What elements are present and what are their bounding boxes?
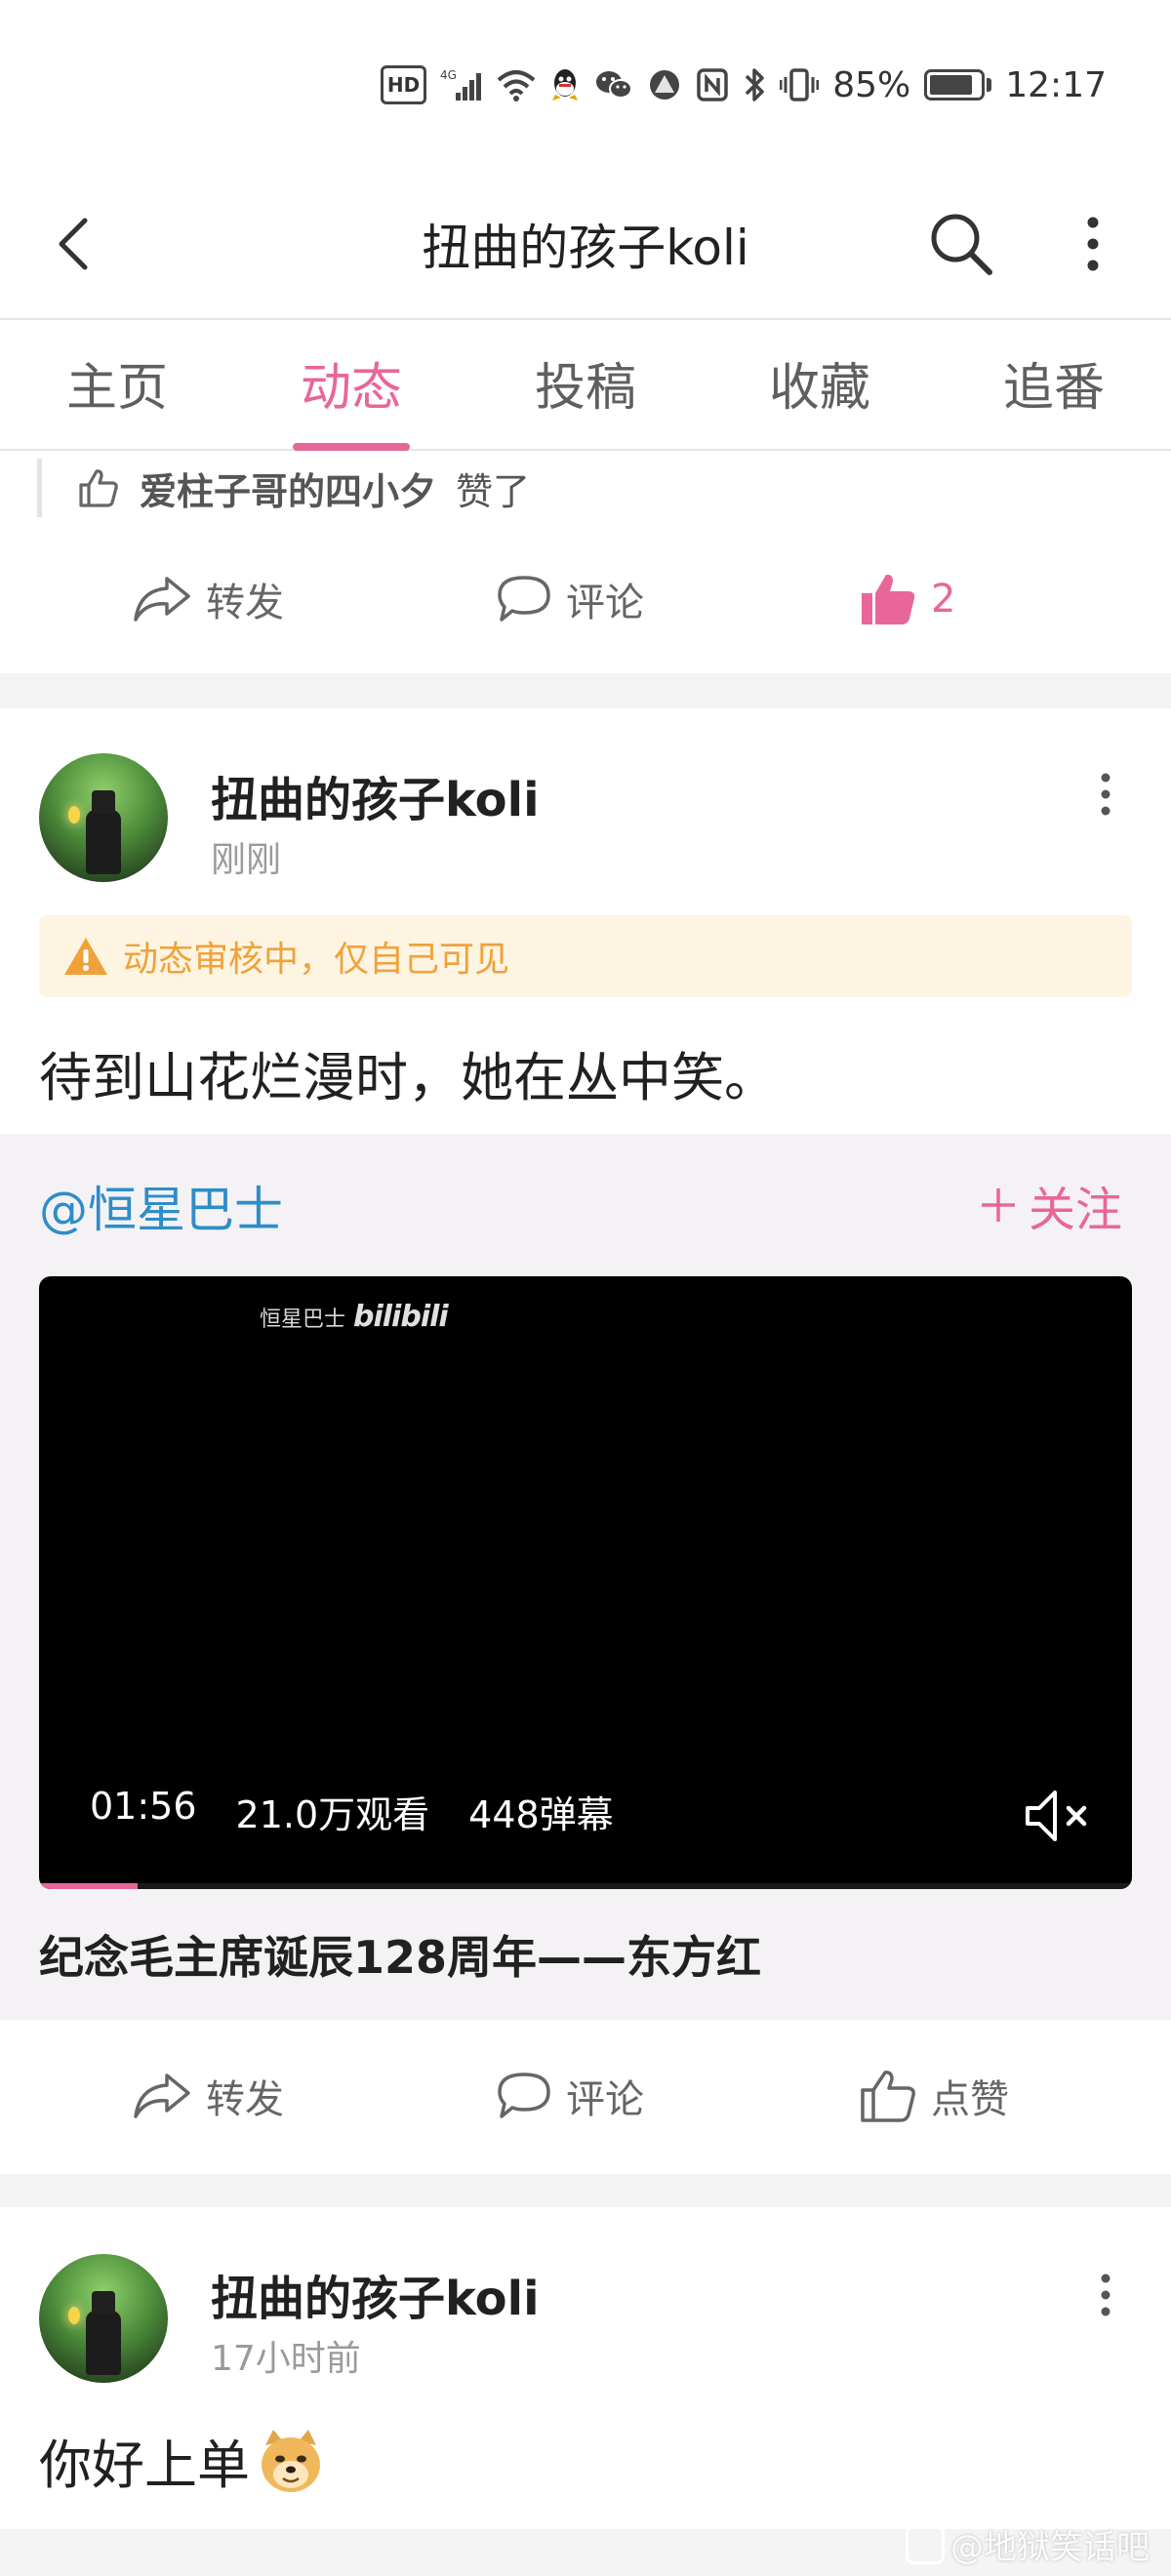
video-progress-fill xyxy=(39,1883,138,1889)
wifi-icon xyxy=(497,65,536,104)
more-vertical-icon xyxy=(1101,773,1110,816)
post-more-button[interactable] xyxy=(1086,2256,1125,2334)
wechat-icon xyxy=(594,65,633,104)
feed-separator xyxy=(0,2174,1171,2207)
tab-dynamics[interactable]: 动态 xyxy=(254,322,449,451)
comment-button[interactable]: 评论 xyxy=(496,550,644,648)
mute-button[interactable] xyxy=(1021,1782,1099,1850)
post-actions: 转发 评论 点赞 xyxy=(0,2047,1171,2145)
plus-icon xyxy=(981,1188,1015,1222)
clock: 12:17 xyxy=(1005,64,1107,105)
corner-watermark: @地狱笑话吧 xyxy=(906,2520,1150,2568)
avatar[interactable] xyxy=(39,753,168,882)
thumbs-up-filled-icon xyxy=(862,574,915,624)
share-arrow-icon xyxy=(134,577,190,622)
tab-following-anime[interactable]: 追番 xyxy=(956,322,1151,451)
video-title[interactable]: 纪念毛主席诞辰128周年——东方红 xyxy=(39,1922,761,1987)
like-button[interactable]: 点赞 xyxy=(859,2047,1009,2145)
tab-dynamics-label: 动态 xyxy=(300,359,402,418)
video-player[interactable]: 恒星巴士 bilibili 01:56 21.0万观看 448弹幕 xyxy=(39,1276,1132,1889)
like-count: 2 xyxy=(931,577,956,622)
liked-by-user[interactable]: 爱柱子哥的四小夕 xyxy=(140,462,436,515)
search-button[interactable] xyxy=(922,205,1000,283)
more-vertical-icon xyxy=(1087,217,1099,271)
thumbs-up-outline-icon xyxy=(79,469,118,507)
video-progress-bar[interactable] xyxy=(39,1883,1132,1889)
bluetooth-icon xyxy=(743,65,766,104)
share-button[interactable]: 转发 xyxy=(132,550,284,648)
video-meta: 01:56 21.0万观看 448弹幕 xyxy=(90,1785,614,1838)
share-label: 转发 xyxy=(206,2077,284,2122)
liked-suffix: 赞了 xyxy=(456,469,531,513)
comment-label: 评论 xyxy=(566,2077,644,2122)
speaker-muted-icon xyxy=(1026,1791,1087,1841)
review-notice-text: 动态审核中，仅自己可见 xyxy=(123,940,510,980)
review-notice-banner: 动态审核中，仅自己可见 xyxy=(39,915,1132,997)
video-duration: 01:56 xyxy=(90,1785,197,1828)
post-time: 刚刚 xyxy=(211,840,282,880)
post-author[interactable]: 扭曲的孩子koli xyxy=(211,761,540,829)
share-button[interactable]: 转发 xyxy=(132,2047,284,2145)
qq-icon xyxy=(549,65,581,104)
watermark-logo-icon xyxy=(906,2524,945,2564)
hd-icon: HD xyxy=(380,65,427,104)
feed-separator xyxy=(0,673,1171,708)
video-watermark: 恒星巴士 bilibili xyxy=(260,1300,449,1334)
status-icons: HD 4G 85% 12:17 xyxy=(380,60,1107,109)
share-arrow-icon xyxy=(134,2073,190,2118)
svg-text:4G: 4G xyxy=(440,68,457,82)
repost-user-link[interactable]: @恒星巴士 xyxy=(39,1171,283,1241)
thumbs-up-outline-icon xyxy=(861,2071,915,2122)
search-icon xyxy=(931,214,992,275)
liked-by-row: 爱柱子哥的四小夕 赞了 xyxy=(37,459,530,517)
follow-button[interactable]: 关注 xyxy=(980,1171,1122,1239)
comment-bubble-icon xyxy=(498,576,550,622)
more-vertical-icon xyxy=(1101,2274,1110,2316)
comment-button[interactable]: 评论 xyxy=(496,2047,644,2145)
like-label: 点赞 xyxy=(931,2077,1009,2122)
doge-emoji-icon xyxy=(262,2429,320,2492)
repost-block[interactable]: @恒星巴士 关注 恒星巴士 bilibili 01:56 21.0万观看 448… xyxy=(0,1134,1171,2020)
tab-submissions[interactable]: 投稿 xyxy=(488,322,683,451)
battery-percent: 85% xyxy=(832,64,911,105)
post-text: 你好上单 xyxy=(39,2422,326,2499)
post-author[interactable]: 扭曲的孩子koli xyxy=(211,2260,540,2328)
status-bar: HD 4G 85% 12:17 xyxy=(0,0,1171,176)
profile-tabs: 主页 动态 投稿 收藏 追番 xyxy=(0,322,1171,451)
more-options-button[interactable] xyxy=(1064,205,1122,283)
previous-post-actions: 转发 评论 2 xyxy=(0,550,1171,648)
video-danmaku: 448弹幕 xyxy=(468,1793,614,1836)
corner-watermark-text: @地狱笑话吧 xyxy=(950,2528,1150,2567)
warning-icon xyxy=(64,938,107,975)
vibrate-icon xyxy=(780,65,820,104)
nfc-icon xyxy=(696,65,729,104)
like-button-liked[interactable]: 2 xyxy=(859,550,955,648)
battery-icon xyxy=(924,69,992,101)
watermark-brand: bilibili xyxy=(353,1300,449,1334)
signal-icon: 4G xyxy=(440,65,483,104)
comment-label: 评论 xyxy=(566,581,644,625)
post-time: 17小时前 xyxy=(211,2339,361,2379)
post-text: 待到山花烂漫时，她在丛中笑。 xyxy=(39,1047,777,1108)
active-tab-indicator xyxy=(293,443,410,451)
follow-label: 关注 xyxy=(1028,1183,1122,1237)
share-label: 转发 xyxy=(206,581,284,625)
post-more-button[interactable] xyxy=(1086,755,1125,833)
battery-fill xyxy=(930,75,972,95)
avatar[interactable] xyxy=(39,2254,168,2383)
watermark-name: 恒星巴士 xyxy=(260,1308,346,1332)
tab-home[interactable]: 主页 xyxy=(20,322,215,451)
post-text-content: 你好上单 xyxy=(39,2435,250,2496)
comment-bubble-icon xyxy=(498,2073,550,2118)
profile-header: 扭曲的孩子koli xyxy=(0,176,1171,320)
video-views: 21.0万观看 xyxy=(235,1793,430,1836)
tab-favorites[interactable]: 收藏 xyxy=(722,322,917,451)
browser-icon xyxy=(647,65,682,104)
